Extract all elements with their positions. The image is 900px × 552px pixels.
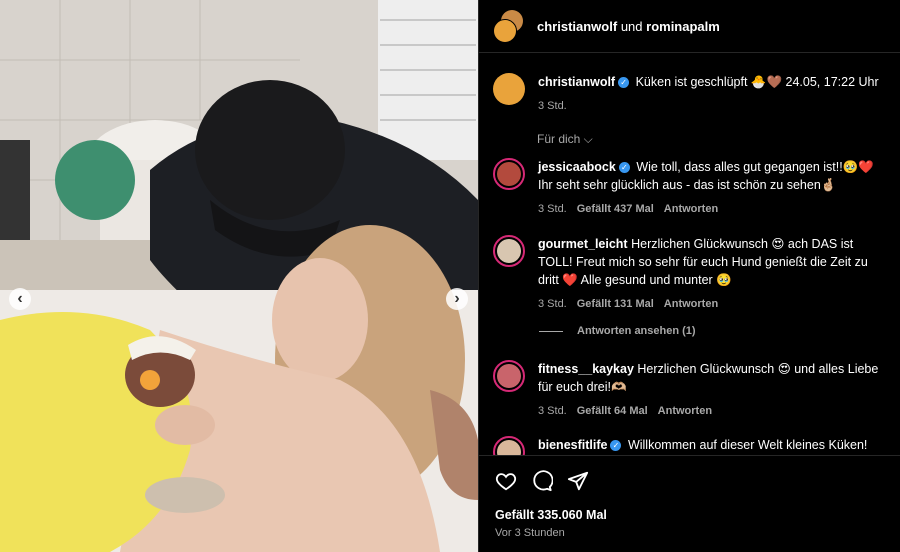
author-link-christianwolf[interactable]: christianwolf	[537, 19, 617, 34]
prev-image-button[interactable]: ‹	[9, 288, 31, 310]
comment-icon[interactable]	[531, 470, 553, 492]
comment-item: jessicaabock ✓ Wie toll, dass alles gut g…	[493, 158, 890, 218]
comment-reply-button[interactable]: Antworten	[664, 295, 718, 313]
replies-divider	[539, 330, 563, 332]
avatar[interactable]	[493, 360, 525, 392]
avatar[interactable]	[493, 73, 525, 105]
comment-reply-button[interactable]: Antworten	[658, 402, 712, 420]
post-header: christianwolf und rominapalm	[479, 0, 900, 53]
post-authors: christianwolf und rominapalm	[537, 19, 720, 34]
comment-likes[interactable]: Gefällt 437 Mal	[577, 200, 654, 218]
comment-reply-button[interactable]: Antworten	[664, 200, 718, 218]
post-time: Vor 3 Stunden	[495, 527, 565, 539]
comment-sort-dropdown[interactable]: Für dich ⌵	[537, 132, 593, 147]
comment-item: gourmet_leicht Herzlichen Glückwunsch 😍 …	[493, 235, 890, 313]
comment-age: 3 Std.	[538, 298, 567, 310]
verified-badge-icon: ✓	[618, 162, 630, 174]
verified-badge-icon: ✓	[610, 440, 622, 452]
chevron-left-icon: ‹	[17, 290, 23, 307]
comment-item: bienesfitlife ✓ Willkommen auf dieser Wel…	[493, 436, 890, 455]
comment-likes[interactable]: Gefällt 64 Mal	[577, 402, 648, 420]
photo-scene	[0, 0, 478, 552]
caption: christianwolf ✓ Küken ist geschlüpft 🐣🤎 2…	[493, 73, 890, 115]
avatar[interactable]	[493, 436, 525, 455]
authors-connector: und	[620, 18, 643, 34]
share-icon[interactable]	[567, 470, 589, 492]
view-replies-label: Antworten ansehen (1)	[577, 325, 696, 337]
comment-username[interactable]: jessicaabock	[538, 160, 616, 174]
comments-list[interactable]: christianwolf ✓ Küken ist geschlüpft 🐣🤎 2…	[479, 53, 900, 455]
verified-badge-icon: ✓	[618, 77, 630, 89]
chevron-right-icon: ›	[454, 290, 460, 307]
comment-username[interactable]: bienesfitlife	[538, 438, 607, 452]
post-side-panel: christianwolf und rominapalm christianwo…	[478, 0, 900, 552]
caption-age: 3 Std.	[538, 100, 567, 112]
post-viewer: ‹ › christianwolf und rominapalm christi…	[0, 0, 900, 552]
heart-icon[interactable]	[495, 470, 517, 492]
comment-likes[interactable]: Gefällt 131 Mal	[577, 295, 654, 313]
post-footer: Gefällt 335.060 Mal Vor 3 Stunden	[479, 455, 900, 552]
next-image-button[interactable]: ›	[446, 288, 468, 310]
view-replies-button[interactable]: Antworten ansehen (1)	[539, 325, 696, 337]
caption-username[interactable]: christianwolf	[538, 75, 615, 89]
avatar-christianwolf[interactable]	[493, 19, 517, 43]
avatar[interactable]	[493, 235, 525, 267]
collab-avatars[interactable]	[493, 10, 525, 43]
avatar[interactable]	[493, 158, 525, 190]
comment-age: 3 Std.	[538, 405, 567, 417]
author-link-rominapalm[interactable]: rominapalm	[646, 19, 720, 34]
comment-username[interactable]: gourmet_leicht	[538, 237, 628, 251]
post-photo[interactable]: ‹ ›	[0, 0, 478, 552]
comment-age: 3 Std.	[538, 203, 567, 215]
comment-username[interactable]: fitness__kaykay	[538, 362, 634, 376]
comment-item: fitness__kaykay Herzlichen Glückwunsch 😍…	[493, 360, 890, 420]
comment-text: Willkommen auf dieser Welt kleines Küken…	[627, 438, 868, 452]
post-actions	[495, 470, 589, 492]
post-likes[interactable]: Gefällt 335.060 Mal	[495, 508, 607, 522]
caption-text: Küken ist geschlüpft 🐣🤎 24.05, 17:22 Uhr	[635, 75, 879, 89]
